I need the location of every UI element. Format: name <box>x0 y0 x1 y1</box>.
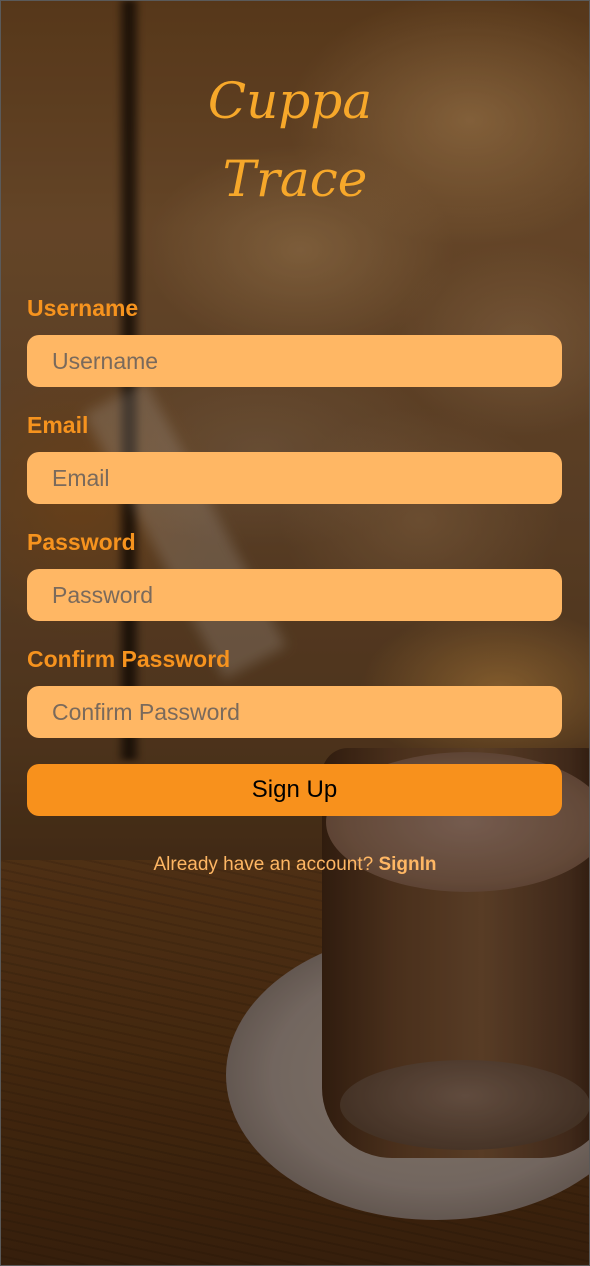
app-logo: Cuppa Trace <box>0 62 590 218</box>
email-label: Email <box>27 412 89 438</box>
password-input[interactable] <box>27 569 562 621</box>
username-label: Username <box>27 295 139 321</box>
logo-line-2: Trace <box>222 150 368 208</box>
password-label: Password <box>27 529 136 555</box>
logo-line-1: Cuppa <box>207 72 373 130</box>
signin-prompt-text: Already have an account? <box>153 854 374 875</box>
confirm-password-label: Confirm Password <box>27 646 231 672</box>
signin-link[interactable]: SignIn <box>378 854 436 875</box>
signup-form: Username Email Password Confirm Password… <box>27 290 562 816</box>
email-input[interactable] <box>27 452 562 504</box>
signin-prompt: Already have an account? SignIn <box>0 854 590 876</box>
confirm-password-input[interactable] <box>27 686 562 738</box>
sign-up-button[interactable]: Sign Up <box>27 764 562 816</box>
username-input[interactable] <box>27 335 562 387</box>
